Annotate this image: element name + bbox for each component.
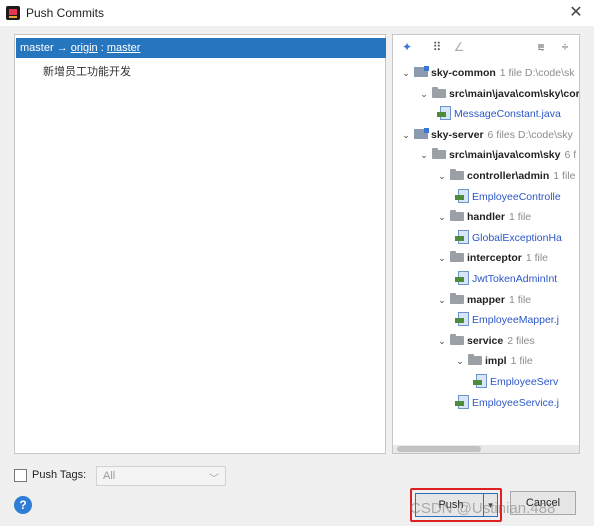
chevron-down-icon[interactable]: ⌄ [435,290,449,310]
file-tree-file[interactable]: JwtTokenAdminInt [453,269,557,289]
chevron-down-icon[interactable]: ⌄ [399,63,413,83]
tree-node-meta: 6 f [564,149,577,162]
tree-node-label: impl [485,355,507,368]
tree-node-label: EmployeeServ [490,376,559,388]
folder-icon [450,210,464,222]
chevron-down-icon[interactable]: ⌄ [399,125,413,145]
commits-panel: master → origin : master 新增员工功能开发 [14,34,386,454]
window-title: Push Commits [26,6,105,20]
file-tree-file[interactable]: EmployeeServ [471,372,558,392]
file-tree-folder[interactable]: ⌄ interceptor 1 file [435,248,548,268]
folder-icon [432,86,446,98]
branch-separator: : [100,42,104,54]
tree-node-label: interceptor [467,252,522,265]
folder-icon [450,292,464,304]
chevron-down-icon[interactable]: ⌄ [417,145,431,165]
tree-node-meta: 6 files D:\code\sky [487,128,573,141]
expand-arrows-icon[interactable]: ✦ [399,39,415,55]
tree-node-label: EmployeeMapper.j [472,314,559,327]
push-tags-label: Push Tags: [32,469,87,481]
tags-select[interactable]: All ﹀ [96,466,226,486]
edit-icon[interactable]: ∠ [451,39,467,55]
module-icon [414,127,429,139]
tree-node-label: service [467,334,504,347]
tree-node-meta: 1 file [553,170,576,182]
java-file-icon [455,312,469,327]
java-file-icon [455,394,469,409]
remote-name-link[interactable]: origin [71,42,98,54]
tree-node-meta: 1 file [510,355,533,368]
horizontal-scrollbar[interactable] [393,445,579,453]
chevron-down-icon[interactable]: ⌄ [435,166,449,186]
file-tree-file[interactable]: MessageConstant.java [435,104,561,124]
tree-node-label: MessageConstant.java [454,108,561,121]
file-tree-file[interactable]: EmployeeControlle [453,187,561,207]
local-branch: master [20,42,54,54]
java-file-icon [437,106,451,121]
tree-node-meta: 1 file D:\code\sk [499,67,575,79]
group-by-icon[interactable]: ⠿ [429,39,445,55]
close-button[interactable]: ✕ [564,1,588,25]
tree-node-meta: 1 file [508,293,532,306]
module-icon [414,66,429,77]
tree-node-meta: 1 file [525,252,549,265]
intellij-logo-icon [6,6,20,20]
file-tree-folder[interactable]: ⌄ controller\admin 1 file [435,166,575,186]
title-bar: Push Commits ✕ [0,0,594,26]
tags-select-value: All [103,470,116,482]
java-file-icon [455,188,469,203]
chevron-down-icon[interactable]: ⌄ [435,331,449,351]
java-file-icon [455,229,469,244]
tree-node-label: sky-common [431,67,496,79]
file-tree-file[interactable]: GlobalExceptionHa [453,228,562,248]
files-toolbar: ✦ ⠿ ∠ ⩳ ÷ [393,35,579,59]
tree-node-label: src\main\java\com\sky [449,149,561,162]
commit-item[interactable]: 新增员工功能开发 [43,63,131,79]
remote-branch-link[interactable]: master [107,42,141,54]
file-tree-folder[interactable]: ⌄ sky-common 1 file D:\code\sk [399,63,574,83]
chevron-down-icon[interactable]: ⌄ [453,351,467,371]
help-button[interactable]: ? [14,496,32,514]
file-tree-folder[interactable]: ⌄ impl 1 file [453,351,533,371]
tree-node-label: GlobalExceptionHa [472,231,562,244]
watermark: CSDN @Ustinian.488 [410,500,556,517]
tree-node-label: handler [467,211,505,224]
tree-node-meta: 1 file [508,211,532,224]
tree-node-label: sky-server [431,128,484,141]
file-tree-file[interactable]: EmployeeMapper.j [453,310,559,330]
tree-node-label: controller\admin [467,170,550,182]
chevron-down-icon[interactable]: ⌄ [435,248,449,268]
folder-icon [450,169,464,180]
folder-icon [468,354,482,366]
file-tree-folder[interactable]: ⌄ handler 1 file [435,207,531,227]
tree-node-label: EmployeeControlle [472,190,561,203]
java-file-icon [473,374,487,388]
tree-node-meta: 2 files [507,334,535,347]
chevron-down-icon: ﹀ [209,474,219,485]
changed-files-panel: ✦ ⠿ ∠ ⩳ ÷ ⌄ sky-common 1 file D:\code\sk ⌄ s… [392,34,580,454]
expand-all-icon[interactable]: ⩳ [533,39,549,55]
tree-node-label: mapper [467,293,505,306]
file-tree-file[interactable]: EmployeeService.j [453,393,559,413]
folder-icon [450,333,464,345]
tree-node-label: src\main\java\com\sky\cor [449,87,580,100]
tree-node-label: EmployeeService.j [472,396,559,409]
arrow-icon: → [56,42,68,54]
java-file-icon [455,271,469,285]
file-tree-folder[interactable]: ⌄ src\main\java\com\sky\cor [417,84,580,104]
folder-icon [432,148,446,160]
file-tree-folder[interactable]: ⌄ sky-server 6 files D:\code\sky [399,125,573,145]
tree-node-label: JwtTokenAdminInt [472,273,558,285]
branch-row[interactable]: master → origin : master [16,38,386,58]
push-tags-checkbox[interactable] [14,469,27,482]
folder-icon [450,251,464,263]
collapse-all-icon[interactable]: ÷ [557,39,573,55]
chevron-down-icon[interactable]: ⌄ [417,84,431,104]
file-tree-folder[interactable]: ⌄ mapper 1 file [435,290,531,310]
scrollbar-thumb[interactable] [397,446,481,452]
file-tree-folder[interactable]: ⌄ src\main\java\com\sky 6 f [417,145,576,165]
file-tree-folder[interactable]: ⌄ service 2 files [435,331,535,351]
chevron-down-icon[interactable]: ⌄ [435,207,449,227]
